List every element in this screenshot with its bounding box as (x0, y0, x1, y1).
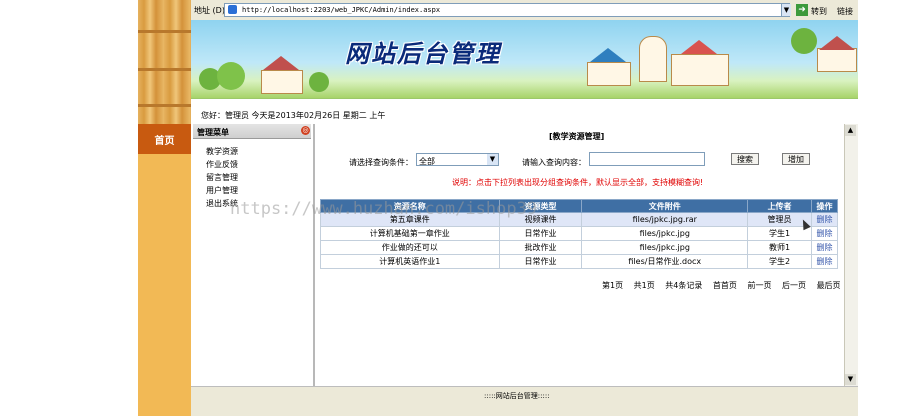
query-label: 请输入查询内容： (522, 158, 586, 167)
tree-decoration (309, 72, 329, 92)
tower-decoration (639, 36, 667, 82)
condition-select-value[interactable]: 全部 (419, 156, 435, 167)
delete-link[interactable]: 删除 (811, 212, 838, 227)
watermark: https://www.huzhan.com/ishop39 (230, 199, 538, 219)
table-row[interactable]: 计算机基础第一章作业 日常作业 files/jpkc.jpg 学生1 删除 (320, 226, 838, 241)
table-row[interactable]: 计算机英语作业1 日常作业 files/日常作业.docx 学生2 删除 (320, 254, 838, 269)
roof-decoration (819, 36, 855, 50)
house-decoration (817, 48, 857, 72)
pagination: 第1页 共1页 共4条记录 首首页 前一页 后一页 最后页 (602, 280, 849, 291)
chevron-down-icon[interactable]: ▼ (781, 4, 791, 16)
house-decoration (587, 62, 631, 86)
tree-decoration (791, 28, 817, 54)
total-records: 共4条记录 (665, 281, 703, 290)
address-label: 地址 (D) (194, 6, 225, 15)
house-decoration (261, 70, 303, 94)
resource-type-cell: 日常作业 (498, 226, 583, 241)
resource-type-cell: 批改作业 (498, 240, 583, 255)
total-pages: 共1页 (633, 281, 655, 290)
sidebar-item-teaching-resources[interactable]: 教学资源 (206, 146, 238, 157)
collapse-icon[interactable]: ◎ (301, 126, 310, 135)
tree-decoration (217, 62, 245, 90)
add-button[interactable]: 增加 (782, 153, 810, 165)
roof-decoration (590, 48, 626, 62)
house-decoration (671, 54, 729, 86)
links-button[interactable]: 链接 (837, 6, 853, 17)
go-arrow-icon[interactable]: ➜ (796, 4, 808, 16)
delete-link[interactable]: 删除 (811, 226, 838, 241)
condition-label: 请选择查询条件： (349, 158, 413, 167)
instruction-note: 说明：点击下拉列表出现分组查询条件，默认显示全部，支持模糊查询! (452, 178, 704, 187)
column-header: 上传者 (747, 199, 812, 213)
resource-name-cell: 计算机英语作业1 (320, 254, 500, 269)
file-cell[interactable]: files/jpkc.jpg (581, 226, 749, 241)
window-bottom (191, 406, 858, 416)
roof-decoration (263, 56, 299, 70)
delete-link[interactable]: 删除 (811, 254, 838, 269)
uploader-cell: 教师1 (747, 240, 812, 255)
resource-name-cell: 作业做的还可以 (320, 240, 500, 255)
prev-page-link[interactable]: 前一页 (747, 281, 771, 290)
scroll-up-icon[interactable]: ▲ (845, 125, 856, 136)
outer-background-right (858, 0, 900, 416)
column-header: 操作 (811, 199, 838, 213)
chevron-down-icon[interactable]: ▼ (487, 154, 498, 165)
table-row[interactable]: 作业做的还可以 批改作业 files/jpkc.jpg 教师1 删除 (320, 240, 838, 255)
greeting-text: 您好：管理员 今天是2013年02月26日 星期二 上午 (201, 111, 386, 120)
page-icon (228, 5, 237, 14)
vertical-scrollbar[interactable] (844, 124, 858, 386)
scroll-down-icon[interactable]: ▼ (845, 374, 856, 385)
banner-title: 网站后台管理 (345, 39, 501, 68)
menu-title: 管理菜单 (197, 128, 229, 137)
banner (191, 20, 858, 98)
next-page-link[interactable]: 后一页 (782, 281, 806, 290)
sidebar-item-user-management[interactable]: 用户管理 (206, 185, 238, 196)
first-page-link[interactable]: 首首页 (713, 281, 737, 290)
resource-type-cell: 日常作业 (498, 254, 583, 269)
file-cell[interactable]: files/日常作业.docx (581, 254, 749, 269)
query-input[interactable] (589, 152, 705, 166)
url-text[interactable]: http://localhost:2203/web_JPKC/Admin/ind… (242, 6, 440, 14)
wood-decoration (138, 0, 191, 124)
outer-background (0, 0, 138, 416)
delete-link[interactable]: 删除 (811, 240, 838, 255)
footer-text: :::::网站后台管理::::: (484, 392, 550, 400)
column-header: 文件附件 (581, 199, 749, 213)
sidebar-item-homework-feedback[interactable]: 作业反馈 (206, 159, 238, 170)
file-cell[interactable]: files/jpkc.jpg (581, 240, 749, 255)
last-page-link[interactable]: 最后页 (817, 281, 841, 290)
side-decoration (138, 154, 191, 416)
sidebar-item-message-management[interactable]: 留言管理 (206, 172, 238, 183)
go-button[interactable]: 转到 (811, 6, 827, 17)
resource-name-cell: 计算机基础第一章作业 (320, 226, 500, 241)
home-tab[interactable]: 首页 (138, 124, 191, 154)
roof-decoration (681, 40, 717, 54)
uploader-cell: 学生2 (747, 254, 812, 269)
current-page: 第1页 (602, 281, 624, 290)
search-button[interactable]: 搜索 (731, 153, 759, 165)
page-title: [教学资源管理] (549, 132, 605, 141)
file-cell[interactable]: files/jpkc.jpg.rar (581, 212, 749, 227)
